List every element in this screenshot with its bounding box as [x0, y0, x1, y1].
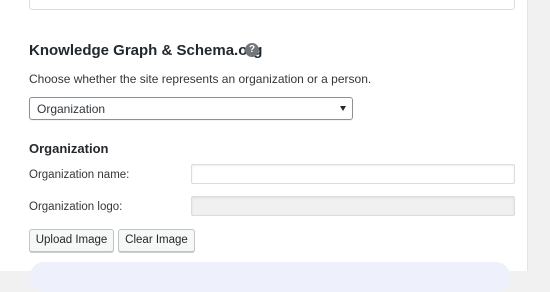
caret-down-icon: [340, 106, 346, 111]
organization-name-input[interactable]: [191, 164, 515, 184]
next-section-preview: [30, 262, 510, 292]
settings-panel: Knowledge Graph & Schema.org ? Choose wh…: [0, 0, 528, 292]
section-title: Knowledge Graph & Schema.org: [29, 42, 263, 59]
organization-logo-input[interactable]: [191, 196, 515, 216]
represents-select[interactable]: Organization: [29, 97, 353, 120]
organization-heading: Organization: [29, 141, 109, 156]
represents-select-value: Organization: [37, 102, 106, 116]
organization-name-label: Organization name:: [29, 169, 130, 181]
upload-image-button[interactable]: Upload Image: [29, 229, 114, 252]
previous-section-field[interactable]: [29, 0, 515, 10]
clear-image-button[interactable]: Clear Image: [118, 229, 195, 252]
question-circle-icon[interactable]: ?: [245, 43, 259, 57]
section-description: Choose whether the site represents an or…: [29, 72, 372, 86]
organization-logo-label: Organization logo:: [29, 201, 123, 213]
